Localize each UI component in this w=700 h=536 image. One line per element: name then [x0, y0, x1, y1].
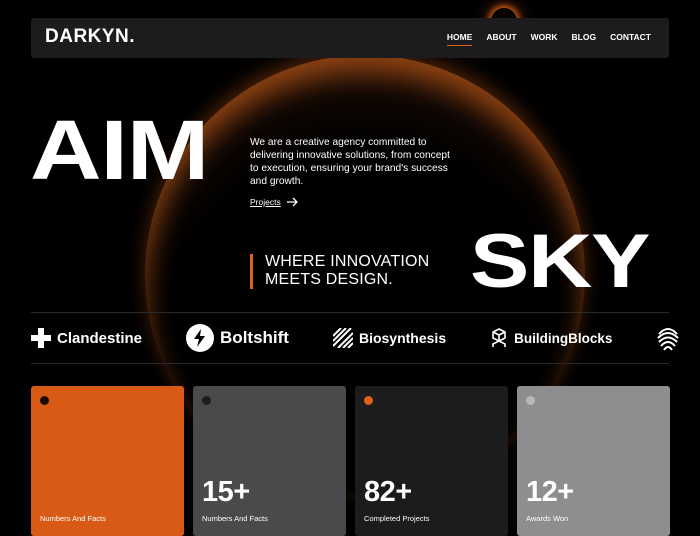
projects-link[interactable]: Projects [250, 197, 299, 207]
divider-bottom [31, 363, 669, 364]
stat-label: Awards Won [526, 514, 569, 523]
nav-home[interactable]: HOME [446, 32, 472, 46]
brand-buildingblocks: BuildingBlocks [490, 328, 612, 348]
bolt-icon [186, 324, 215, 352]
card-dot [526, 396, 535, 405]
brand-fingerprint [656, 324, 680, 352]
hero-headline-sky: SKY [470, 219, 651, 304]
brand-name: Biosynthesis [358, 330, 447, 346]
brand-strip: Clandestine Boltshift Biosynthesis Build… [31, 320, 700, 356]
tagline-line-2: MEETS DESIGN. [265, 270, 393, 288]
card-dot [364, 396, 373, 405]
stripes-icon [332, 328, 353, 348]
card-dot [40, 396, 49, 405]
blocks-icon [492, 328, 506, 347]
navbar: DARKYN. HOME ABOUT WORK BLOG CONTACT [31, 18, 669, 58]
stat-label: Numbers And Facts [40, 514, 106, 523]
stat-card-1: Numbers And Facts [31, 386, 184, 536]
nav-about[interactable]: ABOUT [486, 32, 516, 46]
hero-description: We are a creative agency committed to de… [250, 137, 450, 188]
projects-link-label: Projects [250, 197, 281, 207]
main-nav: HOME ABOUT WORK BLOG CONTACT [446, 32, 651, 46]
brand-name: BuildingBlocks [514, 330, 613, 346]
stat-card-2: 15+ Numbers And Facts [193, 386, 346, 536]
brand-biosynthesis: Biosynthesis [332, 328, 447, 348]
stat-label: Completed Projects [364, 514, 430, 523]
logo[interactable]: DARKYN. [45, 26, 135, 48]
brand-name: Boltshift [220, 328, 289, 347]
tagline-line-1: WHERE INNOVATION [265, 253, 430, 270]
stat-value: 15+ [202, 476, 250, 508]
tagline-accent-bar [250, 254, 253, 289]
stat-value: 82+ [364, 476, 412, 508]
brand-boltshift: Boltshift [186, 324, 289, 352]
hero-tagline: WHERE INNOVATION MEETS DESIGN. [265, 253, 429, 289]
divider-top [31, 312, 669, 313]
cross-icon [31, 328, 51, 348]
stat-card-4: 12+ Awards Won [517, 386, 670, 536]
nav-blog[interactable]: BLOG [572, 32, 597, 46]
brand-clandestine: Clandestine [31, 328, 142, 348]
stat-value: 12+ [526, 476, 574, 508]
card-dot [202, 396, 211, 405]
nav-work[interactable]: WORK [531, 32, 558, 46]
brand-name: Clandestine [57, 329, 143, 347]
nav-contact[interactable]: CONTACT [610, 32, 651, 46]
hero-headline-aim: AIM [30, 103, 209, 197]
fingerprint-icon [657, 328, 680, 351]
arrow-right-icon [286, 197, 298, 207]
stat-label: Numbers And Facts [202, 514, 268, 523]
stat-card-3: 82+ Completed Projects [355, 386, 508, 536]
